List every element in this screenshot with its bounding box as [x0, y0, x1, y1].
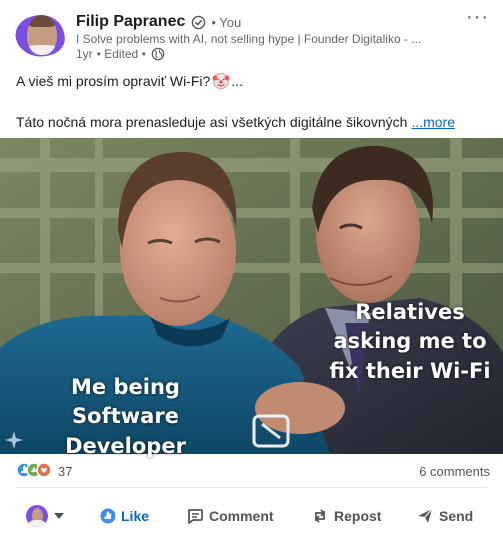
post-text-ellipsis: ...	[231, 73, 243, 89]
repost-icon	[314, 509, 326, 523]
repost-button[interactable]: Repost	[311, 499, 381, 533]
author-name[interactable]: Filip Papranec	[76, 13, 185, 31]
more-options-button[interactable]: ···	[466, 6, 489, 29]
meme-caption-left: Me being Software Developer	[65, 375, 186, 458]
social-counts: 37 6 comments	[0, 455, 503, 487]
post-header: Filip Papranec • You I Solve problems wi…	[0, 0, 503, 66]
post-text-start: A vieš mi prosím opraviť Wi-Fi?	[16, 73, 211, 89]
send-label: Send	[439, 508, 474, 524]
post-meta: 1yr • Edited •	[76, 47, 165, 61]
author-headline: I Solve problems with AI, not selling hy…	[76, 32, 422, 46]
clown-emoji-icon	[212, 73, 230, 89]
edited-label: • Edited •	[96, 47, 146, 61]
comment-label: Comment	[209, 508, 274, 524]
send-button[interactable]: Send	[416, 499, 473, 533]
author-name-row: Filip Papranec • You	[76, 11, 241, 33]
avatar-photo	[27, 15, 57, 55]
reaction-count[interactable]: 37	[58, 464, 72, 479]
divider	[16, 487, 487, 488]
send-icon	[418, 508, 433, 523]
comment-icon	[188, 509, 203, 524]
post-text-line2: Táto nočná mora prenasleduje asi všetkýc…	[16, 114, 496, 130]
reactions-icon[interactable]	[16, 462, 56, 478]
post-text-body: Táto nočná mora prenasleduje asi všetkýc…	[16, 114, 408, 130]
comments-count[interactable]: 6 comments	[419, 464, 490, 479]
globe-icon	[151, 47, 165, 61]
comment-button[interactable]: Comment	[186, 499, 274, 533]
verified-icon	[192, 15, 206, 29]
like-button[interactable]: Like	[100, 499, 149, 533]
repost-label: Repost	[334, 508, 382, 524]
post-age: 1yr	[76, 47, 93, 61]
post-text-line1: A vieš mi prosím opraviť Wi-Fi? ...	[16, 72, 243, 90]
action-bar: Like Comment Repost Send	[0, 499, 503, 533]
see-more-link[interactable]: ...more	[411, 114, 455, 130]
like-label: Like	[121, 508, 150, 524]
meme-caption-right: Relatives asking me to fix their Wi-Fi	[329, 300, 491, 383]
author-avatar[interactable]	[11, 9, 69, 63]
you-label: • You	[211, 14, 242, 30]
like-icon	[100, 508, 116, 524]
